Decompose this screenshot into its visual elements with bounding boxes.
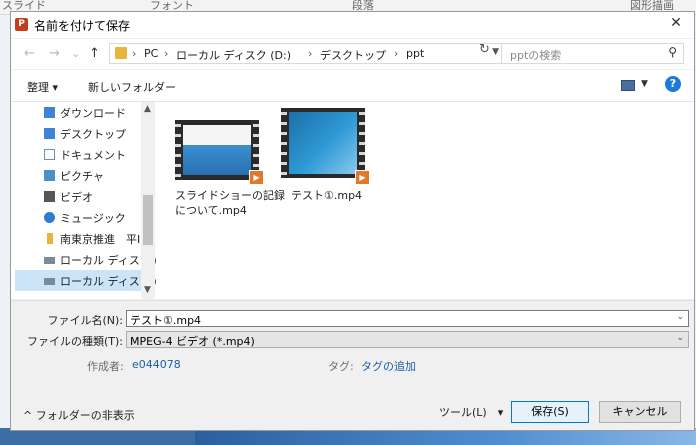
chevron-down-icon[interactable]: ▼ [492, 47, 499, 57]
tags-label: タグ: [328, 360, 354, 373]
breadcrumb-separator: › [308, 47, 313, 60]
sidebar-item-label: 南東京推進 平I [60, 233, 141, 246]
download-folder-icon [44, 107, 55, 118]
organize-button[interactable]: 整理 ▾ [27, 79, 58, 95]
drive-c-icon [44, 257, 55, 264]
sidebar-item-label: ミュージック [60, 212, 126, 225]
author-label: 作成者: [87, 360, 124, 373]
refresh-icon[interactable]: ↻ [479, 42, 490, 57]
forward-button[interactable]: → [49, 46, 60, 61]
breadcrumb-separator: › [394, 47, 399, 60]
breadcrumb-local-disk-d[interactable]: ローカル ディスク (D:) [176, 47, 291, 63]
new-folder-button[interactable]: 新しいフォルダー [88, 79, 176, 95]
filename-label: ファイル名(N): [47, 314, 123, 327]
save-as-dialog: P 名前を付けて保存 ✕ ← → ⌄ ↑ › PC › ローカル ディスク (D… [10, 11, 695, 431]
view-options-icon[interactable] [621, 80, 635, 91]
folder-icon [47, 233, 53, 244]
desktop-folder-icon [44, 128, 55, 139]
sidebar-item-folder[interactable]: 南東京推進 平I [11, 228, 141, 249]
sidebar-scrollbar[interactable]: ▲ ▼ [141, 102, 155, 299]
tools-button[interactable]: ツール(L) ▾ [439, 404, 503, 420]
breadcrumb-separator: › [132, 47, 137, 60]
search-box[interactable]: pptの検索 ⚲ [501, 43, 684, 64]
file-name: について.mp4 [175, 204, 247, 217]
sidebar-item-desktop[interactable]: デスクトップ [11, 123, 141, 144]
documents-icon [44, 149, 55, 160]
sidebar-item-drive-d[interactable]: ローカル ディスク (D [15, 270, 156, 291]
save-options: ファイル名(N): テスト①.mp4 ⌄ ファイルの種類(T): MPEG-4 … [11, 300, 694, 395]
video-file-icon [175, 120, 259, 180]
sidebar-item-label: デスクトップ [60, 128, 126, 141]
scroll-down-icon[interactable]: ▼ [144, 285, 151, 295]
sidebar-item-label: ビデオ [60, 191, 93, 204]
sidebar-item-music[interactable]: ミュージック [11, 207, 141, 228]
back-button[interactable]: ← [24, 46, 35, 61]
author-value[interactable]: e044078 [132, 358, 181, 371]
close-button[interactable]: ✕ [666, 15, 686, 31]
sidebar-item-drive-c[interactable]: ローカル ディスク (C [11, 249, 156, 270]
video-file-icon [281, 108, 365, 178]
play-icon: ▶ [249, 170, 264, 185]
file-name: テスト①.mp4 [291, 189, 363, 202]
chevron-down-icon[interactable]: ▼ [641, 79, 648, 89]
dialog-title: 名前を付けて保存 [34, 19, 131, 33]
sidebar-item-videos[interactable]: ビデオ [11, 186, 141, 207]
cancel-button[interactable]: キャンセル [599, 401, 681, 423]
file-name: スライドショーの記録 [175, 189, 285, 202]
breadcrumb-desktop[interactable]: デスクトップ [320, 47, 386, 63]
filetype-value: MPEG-4 ビデオ (*.mp4) [130, 335, 255, 348]
browser-area: ダウンロード デスクトップ ドキュメント ピクチャ ビデオ ミュージック 南東京… [11, 102, 694, 299]
address-bar[interactable]: › PC › ローカル ディスク (D:) › デスクトップ › ppt ▼ [109, 43, 506, 64]
save-button[interactable]: 保存(S) [511, 401, 589, 423]
sidebar-item-label: ピクチャ [60, 170, 104, 183]
command-bar: 整理 ▾ 新しいフォルダー ▼ ? [11, 70, 694, 102]
sidebar-item-label: ドキュメント [60, 149, 126, 162]
tags-value[interactable]: タグの追加 [361, 358, 416, 374]
search-placeholder: pptの検索 [510, 49, 562, 62]
recent-locations-button[interactable]: ⌄ [71, 47, 80, 60]
filetype-label: ファイルの種類(T): [26, 335, 123, 348]
music-icon [44, 212, 55, 223]
breadcrumb-ppt[interactable]: ppt [406, 47, 424, 60]
scroll-up-icon[interactable]: ▲ [144, 104, 151, 114]
up-button[interactable]: ↑ [89, 46, 100, 61]
hide-folders-button[interactable]: ^ フォルダーの非表示 [23, 407, 135, 423]
filetype-select[interactable]: MPEG-4 ビデオ (*.mp4) ⌄ [126, 331, 689, 348]
chevron-down-icon[interactable]: ⌄ [676, 333, 684, 343]
filename-field[interactable]: テスト①.mp4 ⌄ [126, 310, 689, 327]
sidebar-item-label: ダウンロード [60, 107, 126, 120]
breadcrumb-separator: › [164, 47, 169, 60]
drive-d-icon [44, 278, 55, 285]
filename-value: テスト①.mp4 [130, 314, 202, 327]
play-icon: ▶ [355, 170, 370, 185]
sidebar-item-downloads[interactable]: ダウンロード [11, 102, 141, 123]
help-icon[interactable]: ? [665, 76, 681, 92]
search-icon: ⚲ [668, 45, 677, 59]
chevron-down-icon[interactable]: ⌄ [676, 312, 684, 322]
folder-icon [115, 47, 127, 59]
sidebar-item-pictures[interactable]: ピクチャ [11, 165, 141, 186]
breadcrumb-pc[interactable]: PC [144, 47, 158, 60]
dialog-footer: ^ フォルダーの非表示 ツール(L) ▾ 保存(S) キャンセル [11, 395, 694, 431]
sidebar-item-documents[interactable]: ドキュメント [11, 144, 141, 165]
navigation-pane: ダウンロード デスクトップ ドキュメント ピクチャ ビデオ ミュージック 南東京… [11, 102, 156, 299]
powerpoint-icon: P [15, 18, 28, 31]
pictures-icon [44, 170, 55, 181]
videos-icon [44, 191, 55, 202]
scrollbar-thumb[interactable] [143, 195, 153, 245]
title-bar: P 名前を付けて保存 ✕ [11, 12, 694, 38]
